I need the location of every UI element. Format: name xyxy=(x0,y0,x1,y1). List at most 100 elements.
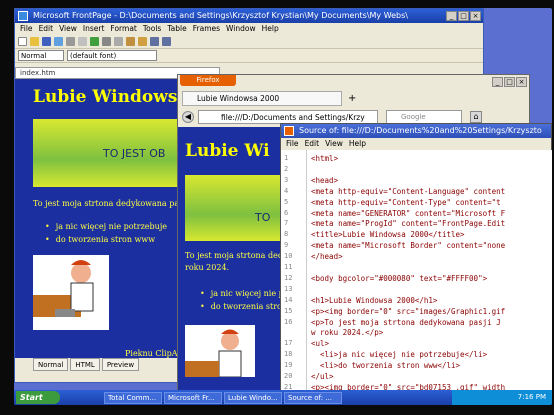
tab-normal[interactable]: Normal xyxy=(33,358,69,371)
system-tray: 7:16 PM xyxy=(452,390,552,405)
code-line: <meta name="GENERATOR" content="Microsof… xyxy=(311,208,506,218)
code-line: <body bgcolor="#000080" text="#FFFF00"> xyxy=(311,273,488,283)
save-icon[interactable] xyxy=(42,37,51,46)
back-button[interactable]: ◀ xyxy=(182,111,194,123)
taskbar: Start Total Comm... Microsoft Fr... Lubi… xyxy=(14,390,552,405)
code-line: <meta name="Microsoft Border" content="n… xyxy=(311,241,506,251)
code-line: <h1>Lubie Windowsa 2000</h1> xyxy=(311,295,438,305)
menu-file[interactable]: File xyxy=(20,23,33,35)
format-painter-icon[interactable] xyxy=(138,37,147,46)
menu-frames[interactable]: Frames xyxy=(193,23,220,35)
line-number: 18 xyxy=(284,350,293,359)
code-line: <ul> xyxy=(311,339,330,349)
page-paragraph: To jest moja strtona dedykowana pa xyxy=(185,251,283,260)
menu-view[interactable]: View xyxy=(325,138,343,150)
preview-icon[interactable] xyxy=(78,37,87,46)
menu-view[interactable]: View xyxy=(59,23,77,35)
line-number: 2 xyxy=(284,164,289,173)
maximize-button[interactable]: □ xyxy=(504,77,515,87)
page-paragraph: To jest moja strtona dedykowana pas xyxy=(33,199,184,208)
close-button[interactable]: × xyxy=(470,11,481,21)
list-item: ja nic więcej nie p xyxy=(200,289,283,298)
start-button[interactable]: Start xyxy=(16,391,60,404)
url-bar[interactable]: file:///D:/Documents and Settings/Krzy xyxy=(198,110,378,124)
browser-tab[interactable]: Lubie Windowsa 2000 xyxy=(182,91,342,106)
formatting-toolbar: Normal (default font) xyxy=(15,49,483,63)
spelling-icon[interactable] xyxy=(90,37,99,46)
line-number: 19 xyxy=(284,361,293,370)
menu-tools[interactable]: Tools xyxy=(143,23,161,35)
maximize-button[interactable]: □ xyxy=(458,11,469,21)
banner-text: TO xyxy=(255,211,271,224)
page-paragraph-2: roku 2024. xyxy=(185,263,230,272)
source-code-view[interactable]: 1 <html> 2 3 <head> 4 <meta http-equiv="Conten… xyxy=(281,150,552,399)
copy-icon[interactable] xyxy=(114,37,123,46)
new-tab-button[interactable]: + xyxy=(348,93,356,104)
line-number: 5 xyxy=(284,197,289,206)
font-select[interactable]: (default font) xyxy=(67,50,157,61)
menu-insert[interactable]: Insert xyxy=(83,23,105,35)
taskbar-item-source[interactable]: Source of: ... xyxy=(284,391,342,404)
taskbar-item-total-commander[interactable]: Total Comm... xyxy=(104,391,162,404)
code-line: <p><img border="0" src="images/Graphic1.… xyxy=(311,306,506,316)
print-icon[interactable] xyxy=(66,37,75,46)
new-page-icon[interactable] xyxy=(18,37,27,46)
redo-icon[interactable] xyxy=(162,37,171,46)
line-number: 12 xyxy=(284,273,293,282)
menu-edit[interactable]: Edit xyxy=(39,23,54,35)
line-number: 4 xyxy=(284,186,289,195)
taskbar-item-firefox[interactable]: Lubie Windo... xyxy=(224,391,282,404)
line-number: 7 xyxy=(284,219,289,228)
tab-preview[interactable]: Preview xyxy=(101,358,140,371)
taskbar-item-frontpage[interactable]: Microsoft Fr... xyxy=(164,391,222,404)
line-number: 13 xyxy=(284,284,293,293)
frontpage-menubar: File Edit View Insert Format Tools Table… xyxy=(15,23,483,35)
menu-table[interactable]: Table xyxy=(167,23,186,35)
line-number: 9 xyxy=(284,241,289,250)
monitor-bezel: Microsoft FrontPage - D:\Documents and S… xyxy=(0,0,554,415)
code-line: <meta name="ProgId" content="FrontPage.E… xyxy=(311,219,506,229)
minimize-button[interactable]: _ xyxy=(492,77,503,87)
cut-icon[interactable] xyxy=(102,37,111,46)
code-line: w roku 2024.</p> xyxy=(311,328,384,338)
banner-text: TO JEST OB xyxy=(103,147,166,160)
source-titlebar: Source of: file:///D:/Documents%20and%20… xyxy=(281,124,551,138)
firefox-app-icon xyxy=(284,126,294,136)
menu-file[interactable]: File xyxy=(286,138,299,150)
open-folder-icon[interactable] xyxy=(30,37,39,46)
search-box[interactable]: Google xyxy=(386,110,462,124)
frontpage-title: Microsoft FrontPage - D:\Documents and S… xyxy=(33,11,408,20)
style-select[interactable]: Normal xyxy=(18,50,64,61)
code-line: <li>ja nic więcej nie potrzebuje</li> xyxy=(311,350,488,360)
menu-help[interactable]: Help xyxy=(262,23,279,35)
line-number: 16 xyxy=(284,317,293,326)
menu-help[interactable]: Help xyxy=(349,138,366,150)
menu-edit[interactable]: Edit xyxy=(305,138,320,150)
list-item: do tworzenia stron www xyxy=(45,235,155,244)
line-number: 15 xyxy=(284,306,293,315)
view-source-window: Source of: file:///D:/Documents%20and%20… xyxy=(280,123,552,399)
line-number: 6 xyxy=(284,208,289,217)
tab-html[interactable]: HTML xyxy=(70,358,100,371)
clipart-image xyxy=(185,325,255,377)
list-item: ja nic więcej nie potrzebuje xyxy=(45,222,167,231)
firefox-menu-button[interactable]: Firefox xyxy=(180,75,236,86)
frontpage-app-icon xyxy=(18,11,28,21)
menu-format[interactable]: Format xyxy=(110,23,136,35)
code-line: </ul> xyxy=(311,372,334,381)
list-item: do tworzenia strom xyxy=(200,302,283,311)
minimize-button[interactable]: _ xyxy=(446,11,457,21)
line-number: 3 xyxy=(284,175,289,184)
clipart-image xyxy=(33,255,109,330)
home-icon[interactable]: ⌂ xyxy=(470,111,482,123)
menu-window[interactable]: Window xyxy=(226,23,256,35)
frontpage-titlebar: Microsoft FrontPage - D:\Documents and S… xyxy=(15,9,483,23)
undo-icon[interactable] xyxy=(150,37,159,46)
standard-toolbar xyxy=(15,35,483,49)
browser-content[interactable]: Lubie Wi TO To jest moja strtona dedykow… xyxy=(178,127,283,405)
tab-title: Lubie Windowsa 2000 xyxy=(197,94,280,103)
publish-icon[interactable] xyxy=(54,37,63,46)
paste-icon[interactable] xyxy=(126,37,135,46)
clock: 7:16 PM xyxy=(517,393,546,401)
close-button[interactable]: × xyxy=(516,77,527,87)
